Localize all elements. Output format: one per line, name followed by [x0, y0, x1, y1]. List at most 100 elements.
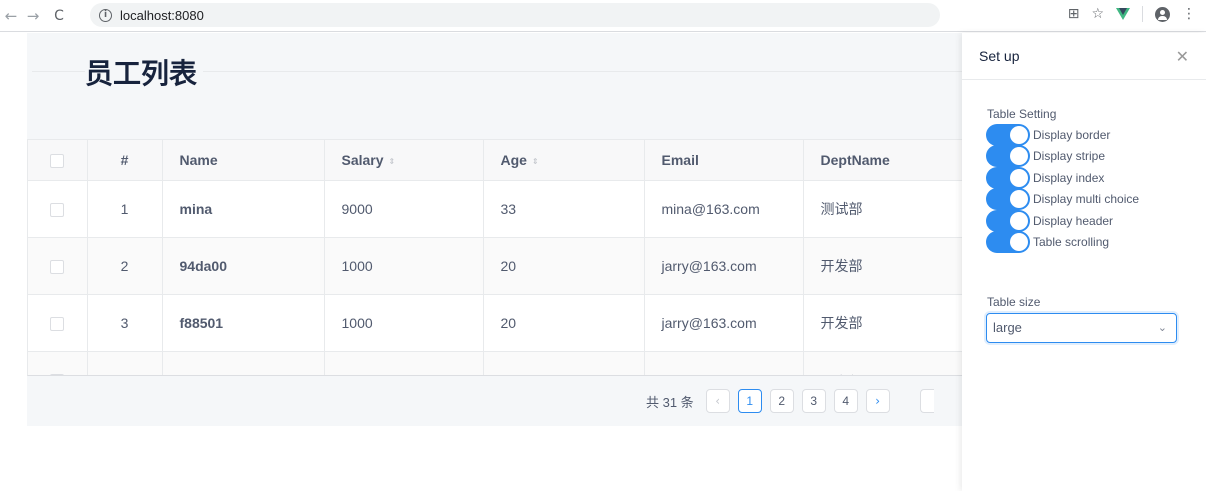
row-select[interactable]: [28, 294, 88, 352]
star-icon[interactable]: ☆: [1091, 6, 1104, 22]
header-dept-label: DeptName: [820, 151, 890, 168]
toggle-switch[interactable]: [986, 145, 1030, 168]
more-menu-icon[interactable]: ⋮: [1182, 6, 1196, 22]
table-row[interactable]: 1 mina 9000 33 mina@163.com 测试部: [28, 180, 962, 238]
cell-name: 94da00: [162, 237, 325, 295]
switch-row-border[interactable]: Display border: [986, 123, 1139, 146]
row-checkbox[interactable]: [50, 202, 65, 217]
next-page-icon[interactable]: ›: [865, 389, 890, 413]
page-button-2[interactable]: 2: [769, 389, 794, 413]
row-checkbox[interactable]: [50, 316, 65, 331]
toggle-switch[interactable]: [986, 188, 1030, 211]
row-select[interactable]: [28, 237, 88, 295]
browser-toolbar: ← → C i localhost:8080 ⊞ ☆ ⋮: [0, 0, 1206, 32]
vue-devtools-icon[interactable]: [1116, 8, 1130, 20]
switch-row-header[interactable]: Display header: [986, 209, 1139, 232]
header-name: Name: [162, 140, 325, 181]
cell-index: 2: [87, 237, 163, 295]
cell-dept: 开发部: [803, 294, 962, 352]
cell-index: 1: [87, 180, 163, 238]
chevron-down-icon[interactable]: ⌄: [1158, 314, 1167, 342]
table-row[interactable]: 2 94da00 1000 20 jarry@163.com 开发部: [28, 237, 962, 295]
cell-index: 3: [87, 294, 163, 352]
account-icon[interactable]: [1155, 6, 1170, 22]
table-size-select[interactable]: large ⌄: [986, 313, 1177, 343]
table-row[interactable]: 3 f88501 1000 20 jarry@163.com 开发部: [28, 294, 962, 352]
cell-email: jarry@163.com: [644, 237, 804, 295]
back-arrow-icon[interactable]: ←: [0, 7, 22, 25]
toggle-switch[interactable]: [986, 231, 1030, 254]
address-bar[interactable]: i localhost:8080: [90, 3, 940, 27]
toolbar-divider: [1142, 6, 1143, 22]
table-setting-label: Table Setting: [987, 107, 1057, 121]
page-title: 员工列表: [85, 52, 204, 92]
cell-name: f88501: [162, 294, 325, 352]
header-email-label: Email: [661, 151, 699, 168]
close-icon[interactable]: ✕: [1176, 47, 1189, 66]
reload-icon[interactable]: C: [48, 8, 70, 24]
cell-email: mina@163.com: [644, 180, 804, 238]
cell-dept: 测试部: [803, 180, 962, 238]
table-row[interactable]: 4 e3eb88 1000 20 jarry@163.com 开发部: [28, 351, 962, 375]
cell-salary: 9000: [324, 180, 484, 238]
cell-age: 20: [483, 294, 645, 352]
sort-icon[interactable]: ⇕: [389, 157, 396, 165]
cell-salary: 1000: [324, 294, 484, 352]
switch-row-scrolling[interactable]: Table scrolling: [986, 231, 1139, 254]
page-button-1[interactable]: 1: [737, 389, 762, 413]
forward-arrow-icon[interactable]: →: [22, 7, 44, 25]
prev-page-icon[interactable]: ‹: [705, 389, 730, 413]
toggle-switch[interactable]: [986, 123, 1030, 146]
cell-age: 20: [483, 237, 645, 295]
switch-label: Table scrolling: [1033, 235, 1110, 250]
employee-table[interactable]: # Name Salary ⇕ Age ⇕ Email DeptName 1 min…: [27, 139, 962, 376]
header-name-label: Name: [179, 151, 218, 168]
pagination-total: 共 31 条: [646, 394, 694, 410]
cell-age: 33: [483, 180, 645, 238]
toggle-switch[interactable]: [986, 209, 1030, 232]
cell-email: jarry@163.com: [644, 351, 804, 375]
info-icon[interactable]: i: [99, 8, 112, 22]
row-checkbox[interactable]: [50, 259, 65, 274]
switch-label: Display border: [1033, 127, 1111, 142]
drawer-header: Set up ✕: [962, 33, 1206, 80]
row-select[interactable]: [28, 351, 88, 375]
page-size-select[interactable]: [919, 389, 934, 413]
cell-dept: 开发部: [803, 351, 962, 375]
toggle-switch[interactable]: [986, 166, 1030, 189]
switch-label: Display multi choice: [1033, 192, 1140, 207]
cell-salary: 1000: [324, 237, 484, 295]
switch-row-multi-choice[interactable]: Display multi choice: [986, 188, 1140, 211]
extension-icons: ⊞ ☆ ⋮: [1068, 6, 1196, 22]
row-select[interactable]: [28, 180, 88, 238]
table-size-value: large: [993, 320, 1022, 335]
header-age[interactable]: Age ⇕: [483, 140, 645, 181]
cell-name: mina: [162, 180, 325, 238]
table-size-label: Table size: [987, 295, 1041, 309]
cell-salary: 1000: [324, 351, 484, 375]
page-button-4[interactable]: 4: [833, 389, 858, 413]
cell-dept: 开发部: [803, 237, 962, 295]
row-checkbox[interactable]: [50, 373, 65, 375]
cell-email: jarry@163.com: [644, 294, 804, 352]
switch-row-index[interactable]: Display index: [986, 166, 1139, 189]
main-content: 员工列表 # Name Salary ⇕ Age ⇕ Email DeptName …: [27, 33, 962, 426]
header-salary[interactable]: Salary ⇕: [324, 140, 484, 181]
header-index: #: [87, 140, 163, 181]
drawer-title: Set up: [979, 48, 1020, 64]
page-button-3[interactable]: 3: [801, 389, 826, 413]
header-age-label: Age: [500, 151, 527, 168]
url-text: localhost:8080: [120, 7, 204, 23]
pagination: 共 31 条 ‹ 1 2 3 4 ›: [646, 389, 934, 413]
switch-label: Display header: [1033, 213, 1114, 228]
switch-row-stripe[interactable]: Display stripe: [986, 145, 1139, 168]
select-all-checkbox[interactable]: [50, 153, 65, 168]
sort-icon[interactable]: ⇕: [532, 157, 539, 165]
table-header-row: # Name Salary ⇕ Age ⇕ Email DeptName: [28, 140, 962, 181]
header-select-all[interactable]: [28, 140, 88, 181]
header-email: Email: [644, 140, 804, 181]
translate-icon[interactable]: ⊞: [1068, 6, 1080, 22]
cell-name: e3eb88: [162, 351, 325, 375]
cell-index: 4: [87, 351, 163, 375]
header-dept: DeptName: [803, 140, 962, 181]
